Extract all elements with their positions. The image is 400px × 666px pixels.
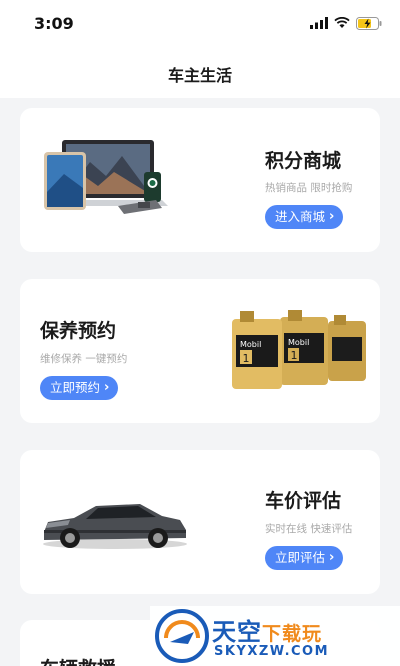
- oil-brand-label: Mobil: [288, 338, 309, 347]
- card-maintenance-booking[interactable]: 保养预约 维修保养 一键预约 立即预约 › Mobil 1 Mobil 1: [20, 279, 380, 423]
- watermark-main-text: 天空: [212, 618, 262, 646]
- card-title: 车价评估: [265, 490, 342, 512]
- site-watermark: 天空下载玩 SKYXZW.COM: [150, 606, 400, 666]
- button-label: 进入商城: [275, 209, 326, 224]
- card-points-mall[interactable]: 积分商城 热销商品 限时抢购 进入商城 ›: [20, 108, 380, 252]
- chevron-right-icon: ›: [104, 380, 110, 395]
- status-time: 3:09: [34, 14, 74, 33]
- card-title: 积分商城: [265, 150, 342, 172]
- watermark-logo-icon: [155, 609, 209, 663]
- card-title: 保养预约: [40, 320, 117, 342]
- page-title: 车主生活: [167, 66, 232, 85]
- book-now-button[interactable]: 立即预约 ›: [40, 376, 119, 400]
- oil-grade-label: 1: [243, 352, 250, 365]
- button-label: 立即预约: [50, 380, 101, 395]
- nav-bar: 车主生活: [0, 44, 400, 98]
- card-subtitle: 维修保养 一键预约: [40, 353, 128, 365]
- oil-grade-label: 1: [291, 349, 298, 362]
- battery-charging-icon: [356, 16, 382, 30]
- engine-oil-bottles-image: Mobil 1 Mobil 1: [232, 310, 366, 389]
- watermark-url: SKYXZW.COM: [214, 644, 330, 659]
- car-image: [43, 504, 187, 549]
- card-subtitle: 实时在线 快速评估: [265, 523, 353, 535]
- evaluate-now-button[interactable]: 立即评估 ›: [265, 546, 344, 570]
- chevron-right-icon: ›: [329, 550, 335, 565]
- oil-brand-label: Mobil: [240, 340, 261, 349]
- button-label: 立即评估: [275, 550, 326, 565]
- electronics-products-image: [44, 140, 168, 214]
- watermark-accent-text: 下载玩: [262, 623, 323, 645]
- chevron-right-icon: ›: [329, 209, 335, 224]
- wifi-icon: [334, 17, 350, 28]
- status-icons: [310, 15, 382, 31]
- signal-icon: [310, 17, 328, 29]
- card-car-valuation[interactable]: 车价评估 实时在线 快速评估 立即评估 ›: [20, 450, 380, 594]
- status-bar: 3:09: [0, 0, 400, 44]
- card-subtitle: 热销商品 限时抢购: [265, 182, 353, 194]
- enter-mall-button[interactable]: 进入商城 ›: [265, 205, 344, 229]
- watermark-text: 天空下载玩: [212, 612, 322, 647]
- card-title: 车辆救援: [40, 654, 116, 666]
